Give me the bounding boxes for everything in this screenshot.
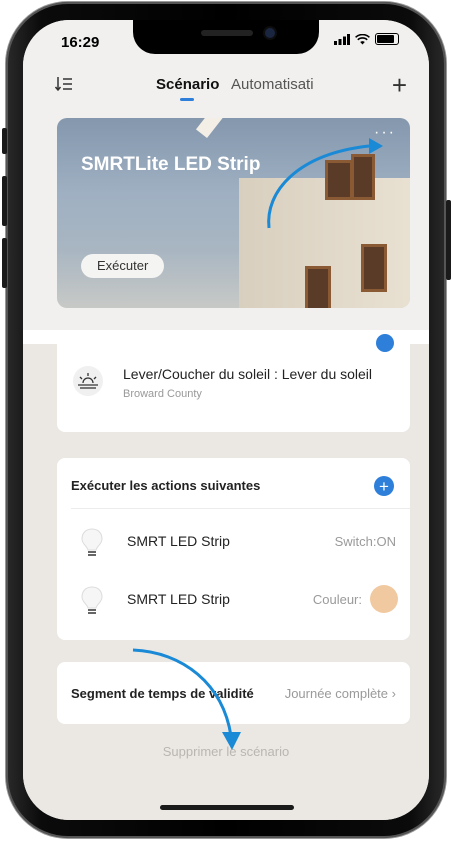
color-swatch[interactable] <box>370 585 398 613</box>
status-time: 16:29 <box>61 34 100 51</box>
signal-icon <box>334 33 350 45</box>
top-screen-section: 16:29 Scénario Automatisati + SMRTLite L… <box>23 20 429 330</box>
add-action-button[interactable]: + <box>374 476 394 496</box>
house-window <box>305 266 331 308</box>
actions-header: Exécuter les actions suivantes <box>71 478 261 493</box>
add-condition-icon[interactable] <box>376 334 394 352</box>
volume-up-button <box>2 176 7 226</box>
action-value: Couleur: <box>312 592 362 607</box>
action-item[interactable]: SMRT LED Strip Switch:ON <box>57 516 410 570</box>
condition-panel: Lever/Coucher du soleil : Lever du solei… <box>57 334 410 432</box>
speaker <box>201 30 253 36</box>
plus-icon: + <box>379 476 389 496</box>
tab-scenario[interactable]: Scénario <box>156 76 219 93</box>
front-camera <box>265 28 275 38</box>
home-indicator <box>160 805 294 810</box>
ellipsis-icon[interactable]: ··· <box>374 124 396 142</box>
house-window <box>361 244 387 292</box>
chevron-right-icon: › <box>391 686 396 701</box>
notch <box>133 20 319 54</box>
execute-button[interactable]: Exécuter <box>81 254 165 278</box>
battery-icon <box>375 33 399 45</box>
bottom-screen-section: Lever/Coucher du soleil : Lever du solei… <box>23 334 429 820</box>
action-value: Switch:ON <box>334 534 396 549</box>
delete-scenario-link[interactable]: Supprimer le scénario <box>23 744 429 759</box>
action-item[interactable]: SMRT LED Strip Couleur: <box>57 574 410 628</box>
volume-down-button <box>2 238 7 288</box>
actions-panel: Exécuter les actions suivantes + SMRT LE… <box>57 458 410 640</box>
condition-title: Lever/Coucher du soleil : Lever du solei… <box>123 366 373 382</box>
scene-card[interactable]: SMRTLite LED Strip ··· Exécuter <box>57 118 410 308</box>
bulb-icon <box>81 586 103 614</box>
status-icons <box>334 33 399 45</box>
house-window <box>351 154 375 200</box>
active-tab-indicator <box>180 98 194 101</box>
validity-value: Journée complète › <box>285 686 396 701</box>
house-window <box>325 160 353 200</box>
screenshot-cut-separator <box>23 330 429 344</box>
top-nav: Scénario Automatisati + <box>23 70 429 110</box>
action-device-name: SMRT LED Strip <box>127 533 230 549</box>
power-button <box>446 200 451 280</box>
validity-label: Segment de temps de validité <box>71 686 254 701</box>
validity-value-text: Journée complète <box>284 686 389 701</box>
sort-list-icon[interactable] <box>54 76 73 97</box>
divider <box>71 508 410 509</box>
validity-panel[interactable]: Segment de temps de validité Journée com… <box>57 662 410 724</box>
action-device-name: SMRT LED Strip <box>127 591 230 607</box>
sunrise-icon <box>73 366 103 396</box>
tab-automation[interactable]: Automatisati <box>231 76 314 93</box>
mute-switch <box>2 128 7 154</box>
bulb-icon <box>81 528 103 556</box>
phone-screen: 16:29 Scénario Automatisati + SMRTLite L… <box>23 20 429 820</box>
house-roof <box>195 118 318 138</box>
plus-icon[interactable]: + <box>392 70 407 101</box>
wifi-icon <box>355 33 370 44</box>
condition-location: Broward County <box>123 388 202 400</box>
scene-title: SMRTLite LED Strip <box>81 154 261 175</box>
